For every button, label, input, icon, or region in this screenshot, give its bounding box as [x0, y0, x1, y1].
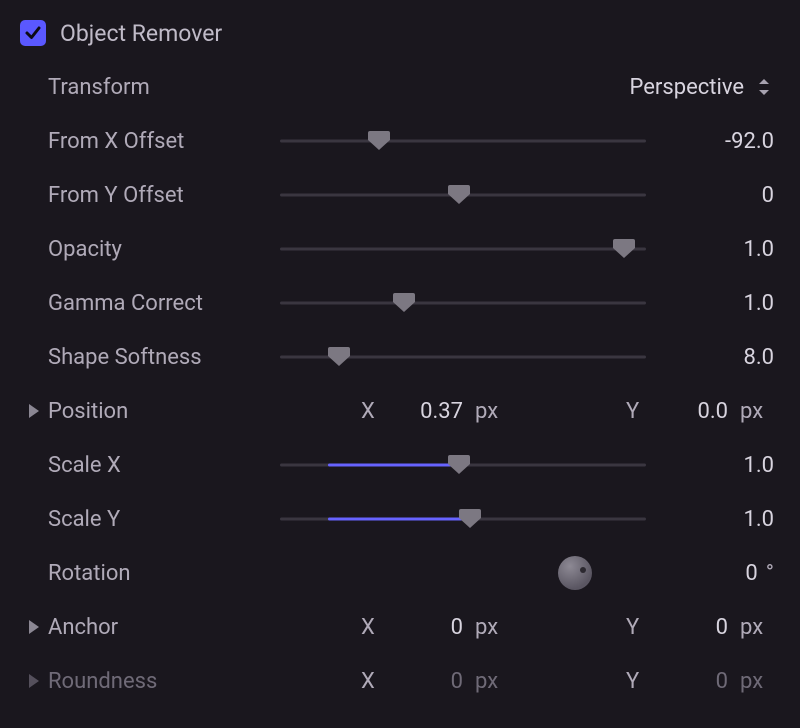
- rotation-control: 0 °: [280, 556, 774, 590]
- axis-x: X: [361, 399, 391, 424]
- label-shape-softness: Shape Softness: [48, 345, 280, 370]
- slider-gamma-correct[interactable]: [280, 288, 646, 318]
- anchor-values: X 0 px Y 0 px: [244, 615, 774, 640]
- value-opacity[interactable]: 1.0: [656, 237, 774, 262]
- transform-dropdown[interactable]: Perspective: [280, 75, 774, 100]
- disclosure-anchor[interactable]: [20, 618, 48, 636]
- slider-fill: [328, 464, 460, 467]
- check-icon: [23, 23, 43, 43]
- roundness-x-value: 0: [403, 669, 463, 694]
- position-x-value[interactable]: 0.37: [403, 399, 463, 424]
- inspector-panel: Object Remover Transform Perspective Fro…: [0, 6, 800, 728]
- chevron-right-icon: [25, 672, 43, 690]
- row-rotation: Rotation 0 °: [0, 546, 800, 600]
- row-gamma-correct: Gamma Correct 1.0: [0, 276, 800, 330]
- label-scale-y: Scale Y: [48, 507, 280, 532]
- section-header: Object Remover: [0, 6, 800, 60]
- chevron-right-icon: [25, 402, 43, 420]
- value-from-x-offset[interactable]: -92.0: [656, 129, 774, 154]
- row-from-y-offset: From Y Offset 0: [0, 168, 800, 222]
- row-shape-softness: Shape Softness 8.0: [0, 330, 800, 384]
- position-x-group: X 0.37 px: [244, 399, 509, 424]
- roundness-x-unit: px: [475, 669, 509, 694]
- slider-opacity[interactable]: [280, 234, 646, 264]
- rotation-value[interactable]: 0: [698, 561, 758, 586]
- slider-track: [280, 140, 646, 143]
- slider-thumb[interactable]: [393, 293, 415, 313]
- label-roundness: Roundness: [48, 669, 244, 694]
- value-shape-softness[interactable]: 8.0: [656, 345, 774, 370]
- position-y-unit: px: [740, 399, 774, 424]
- section-title: Object Remover: [60, 20, 222, 47]
- slider-thumb[interactable]: [448, 185, 470, 205]
- row-opacity: Opacity 1.0: [0, 222, 800, 276]
- value-from-y-offset[interactable]: 0: [656, 183, 774, 208]
- row-scale-y: Scale Y 1.0: [0, 492, 800, 546]
- slider-from-y-offset[interactable]: [280, 180, 646, 210]
- axis-y: Y: [626, 615, 656, 640]
- updown-icon: [754, 77, 774, 97]
- row-transform: Transform Perspective: [0, 60, 800, 114]
- value-gamma-correct[interactable]: 1.0: [656, 291, 774, 316]
- anchor-x-unit: px: [475, 615, 509, 640]
- label-scale-x: Scale X: [48, 453, 280, 478]
- position-values: X 0.37 px Y 0.0 px: [244, 399, 774, 424]
- slider-fill: [328, 518, 471, 521]
- slider-thumb[interactable]: [448, 455, 470, 475]
- label-from-x-offset: From X Offset: [48, 129, 280, 154]
- label-opacity: Opacity: [48, 237, 280, 262]
- roundness-y-value: 0: [668, 669, 728, 694]
- roundness-values: X 0 px Y 0 px: [244, 669, 774, 694]
- transform-selected: Perspective: [630, 75, 744, 100]
- label-rotation: Rotation: [48, 561, 280, 586]
- slider-scale-x[interactable]: [280, 450, 646, 480]
- axis-x: X: [361, 669, 391, 694]
- rotation-dial[interactable]: [558, 556, 592, 590]
- rotation-unit: °: [766, 561, 774, 586]
- anchor-y-value[interactable]: 0: [668, 615, 728, 640]
- row-from-x-offset: From X Offset -92.0: [0, 114, 800, 168]
- roundness-y-unit: px: [740, 669, 774, 694]
- chevron-right-icon: [25, 618, 43, 636]
- row-anchor: Anchor X 0 px Y 0 px: [0, 600, 800, 654]
- axis-y: Y: [626, 399, 656, 424]
- row-position: Position X 0.37 px Y 0.0 px: [0, 384, 800, 438]
- anchor-y-unit: px: [740, 615, 774, 640]
- anchor-x-value[interactable]: 0: [403, 615, 463, 640]
- row-roundness: Roundness X 0 px Y 0 px: [0, 654, 800, 708]
- disclosure-roundness[interactable]: [20, 672, 48, 690]
- axis-y: Y: [626, 669, 656, 694]
- slider-thumb[interactable]: [459, 509, 481, 529]
- label-transform: Transform: [48, 75, 280, 100]
- value-scale-y[interactable]: 1.0: [656, 507, 774, 532]
- label-position: Position: [48, 399, 244, 424]
- slider-thumb[interactable]: [368, 131, 390, 151]
- axis-x: X: [361, 615, 391, 640]
- slider-from-x-offset[interactable]: [280, 126, 646, 156]
- position-y-group: Y 0.0 px: [509, 399, 774, 424]
- label-from-y-offset: From Y Offset: [48, 183, 280, 208]
- position-x-unit: px: [475, 399, 509, 424]
- label-anchor: Anchor: [48, 615, 244, 640]
- enable-toggle[interactable]: [20, 20, 46, 46]
- slider-thumb[interactable]: [328, 347, 350, 367]
- position-y-value[interactable]: 0.0: [668, 399, 728, 424]
- slider-scale-y[interactable]: [280, 504, 646, 534]
- slider-thumb[interactable]: [613, 239, 635, 259]
- label-gamma-correct: Gamma Correct: [48, 291, 280, 316]
- value-scale-x[interactable]: 1.0: [656, 453, 774, 478]
- slider-shape-softness[interactable]: [280, 342, 646, 372]
- disclosure-position[interactable]: [20, 402, 48, 420]
- row-scale-x: Scale X 1.0: [0, 438, 800, 492]
